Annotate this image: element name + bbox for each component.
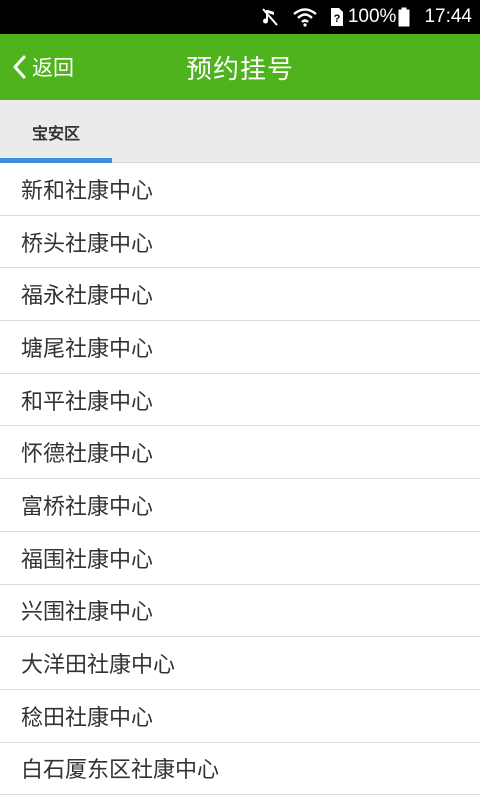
back-button[interactable]: 返回: [12, 34, 74, 100]
battery-percent: 100%: [347, 6, 397, 27]
list-item[interactable]: 白石厦东区社康中心: [0, 743, 480, 796]
title-bar: 返回 预约挂号: [0, 34, 480, 100]
clinic-list: 新和社康中心 桥头社康中心 福永社康中心 塘尾社康中心 和平社康中心 怀德社康中…: [0, 163, 480, 796]
wifi-icon: [292, 7, 318, 27]
clock: 17:44: [424, 6, 472, 27]
list-item[interactable]: 大洋田社康中心: [0, 637, 480, 690]
list-item[interactable]: 福围社康中心: [0, 532, 480, 585]
svg-text:?: ?: [333, 13, 340, 25]
list-item[interactable]: 塘尾社康中心: [0, 321, 480, 374]
status-bar: ? 100% 17:44: [0, 0, 480, 34]
chevron-left-icon: [13, 55, 26, 79]
list-item[interactable]: 福永社康中心: [0, 268, 480, 322]
active-tab-indicator: [0, 158, 112, 163]
mute-icon: [260, 7, 280, 27]
list-item[interactable]: 稔田社康中心: [0, 690, 480, 743]
list-item[interactable]: 兴围社康中心: [0, 585, 480, 638]
back-label: 返回: [32, 56, 74, 80]
battery-icon: [398, 7, 410, 27]
list-item[interactable]: 新和社康中心: [0, 163, 480, 216]
list-item[interactable]: 和平社康中心: [0, 374, 480, 427]
list-item[interactable]: 桥头社康中心: [0, 216, 480, 269]
tab-baoan[interactable]: 宝安区: [0, 100, 112, 163]
list-item[interactable]: 怀德社康中心: [0, 426, 480, 480]
district-tabs: 宝安区: [0, 100, 480, 163]
list-item[interactable]: 富桥社康中心: [0, 479, 480, 532]
sim-unknown-icon: ?: [330, 7, 344, 27]
